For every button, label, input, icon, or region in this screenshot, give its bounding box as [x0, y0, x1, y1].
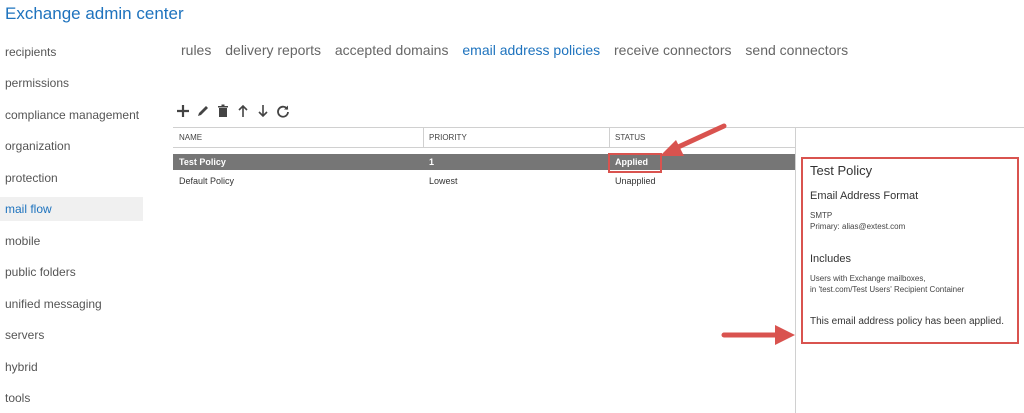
tab-delivery-reports[interactable]: delivery reports	[225, 42, 321, 58]
details-title: Test Policy	[810, 163, 873, 178]
details-divider	[795, 127, 796, 413]
sidebar-item-tools[interactable]: tools	[0, 386, 143, 410]
column-header-priority[interactable]: PRIORITY	[423, 128, 609, 148]
toolbar	[175, 102, 295, 120]
add-icon[interactable]	[175, 103, 191, 119]
sidebar-item-recipients[interactable]: recipients	[0, 40, 143, 64]
sidebar-item-hybrid[interactable]: hybrid	[0, 355, 143, 379]
cell-priority: 1	[429, 157, 435, 167]
details-pane: Test Policy Email Address Format SMTP Pr…	[801, 157, 1019, 344]
table-row-test-policy[interactable]: Test Policy 1 Applied	[173, 154, 796, 170]
sidebar-item-unified-messaging[interactable]: unified messaging	[0, 292, 143, 316]
sidebar-item-organization[interactable]: organization	[0, 134, 143, 158]
sidebar-item-mobile[interactable]: mobile	[0, 229, 143, 253]
table-row-default-policy[interactable]: Default Policy Lowest Unapplied	[173, 173, 796, 189]
tab-accepted-domains[interactable]: accepted domains	[335, 42, 449, 58]
grid-header: NAME PRIORITY STATUS	[173, 127, 796, 148]
details-status-message: This email address policy has been appli…	[810, 316, 1004, 327]
sidebar-nav: recipients permissions compliance manage…	[0, 36, 143, 413]
policy-grid: NAME PRIORITY STATUS Test Policy 1 Appli…	[173, 127, 796, 413]
details-header-line	[796, 127, 1024, 128]
tab-send-connectors[interactable]: send connectors	[745, 42, 848, 58]
edit-icon[interactable]	[195, 103, 211, 119]
cell-status: Unapplied	[615, 176, 656, 186]
status-highlight-box	[608, 153, 662, 173]
column-header-status[interactable]: STATUS	[609, 128, 796, 148]
sidebar-item-protection[interactable]: protection	[0, 166, 143, 190]
sidebar-item-mail-flow[interactable]: mail flow	[0, 197, 143, 221]
cell-name: Test Policy	[179, 157, 226, 167]
details-includes-heading: Includes	[810, 253, 851, 265]
cell-priority: Lowest	[429, 176, 458, 186]
refresh-icon[interactable]	[275, 103, 291, 119]
details-format-primary: Primary: alias@extest.com	[810, 222, 906, 231]
details-format-heading: Email Address Format	[810, 190, 919, 202]
sidebar-item-servers[interactable]: servers	[0, 323, 143, 347]
move-down-icon[interactable]	[255, 103, 271, 119]
details-includes-line1: Users with Exchange mailboxes,	[810, 274, 926, 283]
sidebar-item-public-folders[interactable]: public folders	[0, 260, 143, 284]
tab-receive-connectors[interactable]: receive connectors	[614, 42, 732, 58]
details-format-type: SMTP	[810, 211, 833, 220]
delete-icon[interactable]	[215, 103, 231, 119]
details-includes-line2: in 'test.com/Test Users' Recipient Conta…	[810, 285, 965, 294]
cell-name: Default Policy	[179, 176, 235, 186]
sidebar-item-compliance-management[interactable]: compliance management	[0, 103, 143, 127]
sidebar-item-permissions[interactable]: permissions	[0, 71, 143, 95]
move-up-icon[interactable]	[235, 103, 251, 119]
tab-email-address-policies[interactable]: email address policies	[462, 42, 600, 58]
tab-rules[interactable]: rules	[181, 42, 211, 58]
column-header-name[interactable]: NAME	[173, 128, 423, 148]
app-title: Exchange admin center	[5, 4, 184, 23]
tab-bar: rules delivery reports accepted domains …	[181, 42, 858, 58]
